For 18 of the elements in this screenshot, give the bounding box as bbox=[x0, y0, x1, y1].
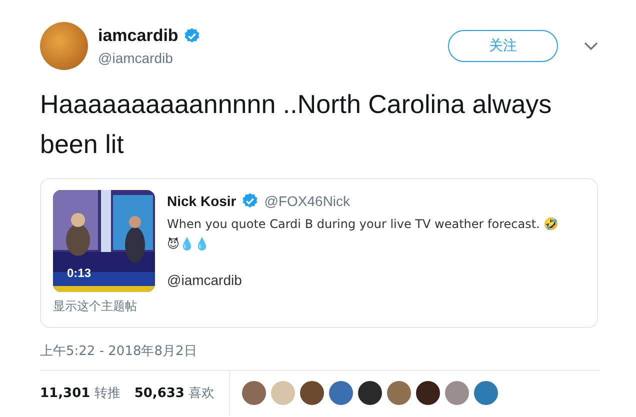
show-thread-link[interactable]: 显示这个主题帖 bbox=[53, 298, 155, 315]
liker-avatar[interactable] bbox=[358, 381, 382, 405]
chevron-down-icon[interactable] bbox=[584, 41, 598, 51]
stat-count[interactable]: 11,301 转推 bbox=[40, 384, 120, 402]
tweet-timestamp: 上午5:22 - 2018年8月2日 bbox=[40, 343, 198, 360]
author-handle[interactable]: @iamcardib bbox=[98, 50, 438, 66]
video-duration: 0:13 bbox=[67, 266, 92, 280]
liker-avatar[interactable] bbox=[416, 381, 440, 405]
quoted-author-name: Nick Kosir bbox=[167, 193, 236, 209]
stat-count[interactable]: 50,633 喜欢 bbox=[134, 384, 215, 402]
author-name[interactable]: iamcardib bbox=[98, 26, 178, 46]
tweet-text: Haaaaaaaaaannnnn ..North Carolina always been lit bbox=[40, 88, 553, 161]
liker-avatar[interactable] bbox=[300, 381, 324, 405]
quoted-tweet-text: When you quote Cardi B during your live TV weather forecast. 🤣 😈💧💧 bbox=[167, 216, 560, 253]
quoted-author-handle: @FOX46Nick bbox=[264, 193, 350, 209]
avatar[interactable] bbox=[40, 22, 88, 70]
quoted-tweet-card[interactable]: 0:13 显示这个主题帖 Nick Kosir @FOX46Nick When you quote Cardi B during your live TV weather forecast. 🤣 😈💧💧 @iamcardib bbox=[40, 178, 598, 328]
mention-link[interactable]: @iamcardib bbox=[167, 272, 567, 288]
